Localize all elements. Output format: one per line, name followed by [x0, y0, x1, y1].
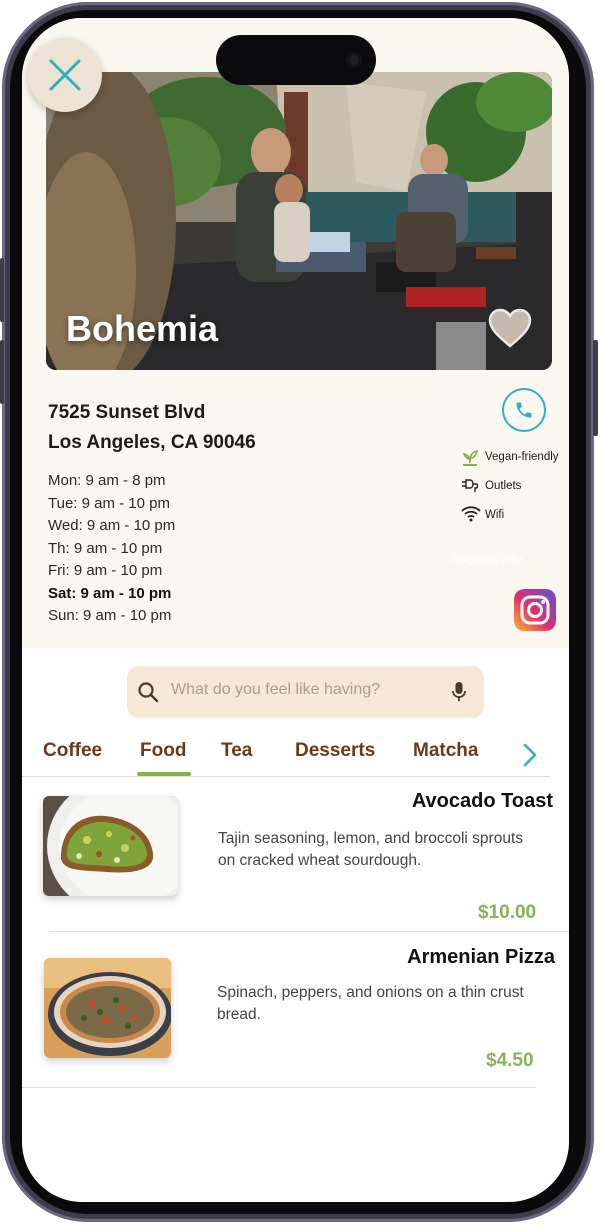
- chevron-right-icon[interactable]: [522, 742, 538, 773]
- description-line: bread.: [217, 1006, 261, 1023]
- outlet-icon: [460, 476, 480, 496]
- menu-item-divider: [22, 1087, 536, 1088]
- address-line-2: Los Angeles, CA 90046: [48, 432, 256, 453]
- amenity-wifi: Wifi: [460, 505, 504, 525]
- description-line: Spinach, peppers, and onions on a thin c…: [217, 984, 524, 1001]
- cafe-hero-image: Bohemia: [46, 72, 552, 370]
- search-placeholder: What do you feel like having?: [171, 681, 381, 698]
- amenity-vegan: Vegan-friendly: [460, 447, 559, 467]
- menu-item-title: Avocado Toast: [411, 790, 553, 812]
- cafe-address: 7525 Sunset Blvd Los Angeles, CA 90046: [48, 398, 256, 458]
- hours-row: Wed: 9 am - 10 pm: [48, 517, 176, 534]
- dynamic-island: [216, 35, 376, 85]
- camera-icon: [346, 52, 362, 68]
- amenity-label: Vegan-friendly: [485, 451, 559, 463]
- hours-row: Sun: 9 am - 10 pm: [48, 607, 172, 624]
- close-button[interactable]: [28, 38, 102, 112]
- power-button: [593, 340, 598, 436]
- description-line: Tajin seasoning, lemon, and broccoli spr…: [218, 830, 524, 847]
- armenian-pizza-image[interactable]: [44, 958, 171, 1058]
- menu-item-price: $10.00: [478, 902, 537, 923]
- volume-down-button: [0, 340, 4, 404]
- call-button[interactable]: [502, 388, 546, 432]
- tab-tea[interactable]: Tea: [221, 740, 252, 762]
- instagram-icon[interactable]: [514, 589, 556, 631]
- amenity-outlets: Outlets: [460, 476, 521, 496]
- hours-row: Tue: 9 am - 10 pm: [48, 494, 170, 512]
- opening-hours: Mon: 9 am - 8 pm Tue: 9 am - 10 pm Wed: …: [48, 470, 175, 628]
- wifi-icon: [460, 505, 481, 525]
- cafe-header-section: Bohemia 7525 Sunset Blvd Los Angeles, CA…: [22, 18, 569, 648]
- app-screen: Bohemia 7525 Sunset Blvd Los Angeles, CA…: [22, 18, 569, 1202]
- phone-icon: [516, 402, 532, 418]
- menu-item-title: Armenian Pizza: [407, 946, 555, 968]
- menu-item-description: Spinach, peppers, and onions on a thin c…: [217, 982, 524, 1026]
- menu-item-description: Tajin seasoning, lemon, and broccoli spr…: [218, 828, 523, 872]
- vegan-icon: [460, 447, 480, 467]
- avocado-toast-image[interactable]: [43, 796, 178, 896]
- close-icon: [49, 59, 81, 91]
- menu-search-input[interactable]: What do you feel like having?: [127, 666, 484, 718]
- amenity-label: Wifi: [485, 509, 505, 521]
- amenity-label: Outlets: [485, 480, 522, 492]
- menu-item-divider: [49, 931, 569, 932]
- hours-row: Fri: 9 am - 10 pm: [48, 562, 163, 579]
- description-line: on cracked wheat sourdough.: [218, 852, 422, 869]
- microphone-icon[interactable]: [451, 681, 467, 703]
- tab-food[interactable]: Food: [140, 740, 186, 762]
- hours-row: Th: 9 am - 10 pm: [48, 539, 163, 557]
- favorite-heart-icon[interactable]: [488, 308, 532, 353]
- menu-category-tabs: Coffee Food Tea Desserts Matcha: [22, 736, 569, 778]
- tabs-divider: [22, 776, 550, 777]
- hours-row-today: Sat: 9 am - 10 pm: [48, 584, 172, 602]
- tab-desserts[interactable]: Desserts: [295, 740, 375, 762]
- cafe-name: Bohemia: [66, 308, 219, 349]
- tab-matcha[interactable]: Matcha: [413, 740, 478, 762]
- menu-item-price: $4.50: [486, 1050, 534, 1071]
- search-icon: [138, 682, 159, 703]
- hours-row: Mon: 9 am - 8 pm: [48, 472, 166, 489]
- volume-up-button: [0, 258, 4, 322]
- suggest-info-link[interactable]: Suggest info: [450, 551, 522, 566]
- address-line-1: 7525 Sunset Blvd: [48, 402, 206, 423]
- tab-coffee[interactable]: Coffee: [43, 740, 102, 762]
